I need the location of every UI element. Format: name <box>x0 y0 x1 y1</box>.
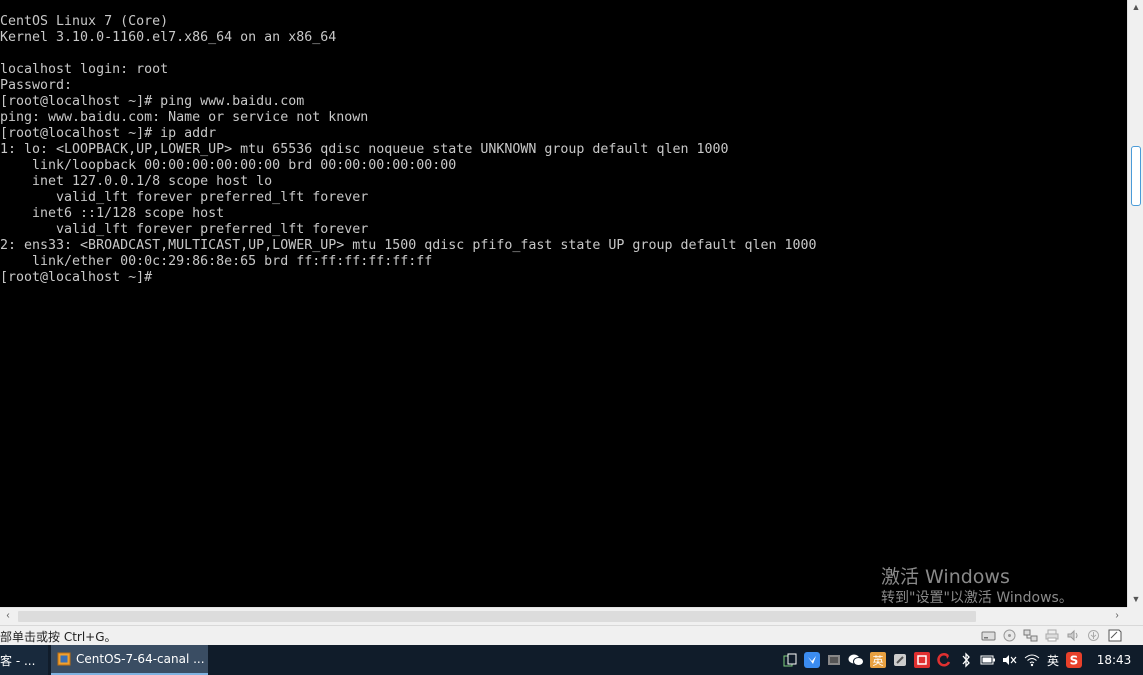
message-icon[interactable] <box>1106 628 1123 643</box>
usb-icon[interactable] <box>1085 628 1102 643</box>
printer-icon[interactable] <box>1043 628 1060 643</box>
scroll-up-arrow-icon[interactable]: ▲ <box>1131 2 1141 12</box>
cd-icon[interactable] <box>1001 628 1018 643</box>
wifi-icon[interactable] <box>1024 652 1040 668</box>
scroll-down-arrow-icon[interactable]: ▼ <box>1131 594 1141 604</box>
storage-icon[interactable] <box>892 652 908 668</box>
wechat-icon[interactable] <box>848 652 864 668</box>
vertical-scrollbar[interactable]: ▲ ▼ <box>1127 0 1143 607</box>
watermark-subtitle: 转到"设置"以激活 Windows。 <box>881 590 1073 606</box>
svg-text:英: 英 <box>872 654 883 668</box>
vm-status-bar: 部单击或按 Ctrl+G。 <box>0 625 1143 645</box>
terminal-line: [root@localhost ~]# ping www.baidu.com <box>0 94 305 109</box>
copy-icon[interactable] <box>782 652 798 668</box>
horizontal-scroll-thumb[interactable] <box>18 611 976 622</box>
terminal-line: [root@localhost ~]# ip addr <box>0 126 217 141</box>
network-icon[interactable] <box>1022 628 1039 643</box>
mute-volume-icon[interactable] <box>1002 652 1018 668</box>
sogou-s-icon[interactable]: S <box>1066 652 1082 668</box>
device-icons <box>980 628 1123 643</box>
terminal-line: valid_lft forever preferred_lft forever <box>0 190 369 205</box>
terminal-output: CentOS Linux 7 (Core) Kernel 3.10.0-1160.… <box>0 14 817 286</box>
scroll-right-arrow-icon[interactable]: › <box>1111 610 1123 622</box>
taskbar-clock[interactable]: 18:43 <box>1085 653 1143 667</box>
terminal-line: 1: lo: <LOOPBACK,UP,LOWER_UP> mtu 65536 … <box>0 142 729 157</box>
terminal-line: Kernel 3.10.0-1160.el7.x86_64 on an x86_… <box>0 30 337 45</box>
windows-taskbar: 客 - ... CentOS-7-64-canal ... 英 英 S 18:4… <box>0 645 1143 675</box>
vmware-tray-icon[interactable] <box>826 652 842 668</box>
terminal-line: link/ether 00:0c:29:86:8e:65 brd ff:ff:f… <box>0 254 433 269</box>
refresh-red-icon[interactable] <box>936 652 952 668</box>
vertical-scroll-thumb[interactable] <box>1131 146 1141 206</box>
sogou-ime-icon[interactable]: 英 <box>869 652 886 668</box>
bluetooth-icon[interactable] <box>958 652 974 668</box>
terminal-prompt[interactable]: [root@localhost ~]# <box>0 270 817 286</box>
vmware-icon <box>57 652 71 666</box>
terminal-line: localhost login: root <box>0 62 169 77</box>
terminal-line: link/loopback 00:00:00:00:00:00 brd 00:0… <box>0 158 457 173</box>
taskbar-item-vmware[interactable]: CentOS-7-64-canal ... <box>51 645 208 675</box>
vm-console[interactable]: CentOS Linux 7 (Core) Kernel 3.10.0-1160.… <box>0 0 1127 607</box>
windows-activation-watermark: 激活 Windows 转到"设置"以激活 Windows。 <box>881 566 1073 607</box>
terminal-line: inet6 ::1/128 scope host <box>0 206 225 221</box>
terminal-line: ping: www.baidu.com: Name or service not… <box>0 110 369 125</box>
svg-text:S: S <box>1070 654 1079 668</box>
scroll-left-arrow-icon[interactable]: ‹ <box>2 610 14 622</box>
feishu-icon[interactable] <box>803 652 820 668</box>
terminal-line: 2: ens33: <BROADCAST,MULTICAST,UP,LOWER_… <box>0 238 817 253</box>
battery-icon[interactable] <box>980 652 996 668</box>
taskbar-item-label: CentOS-7-64-canal ... <box>76 652 205 666</box>
capture-icon[interactable] <box>913 652 930 668</box>
watermark-title: 激活 Windows <box>881 566 1010 588</box>
system-tray: 英 英 S 18:43 <box>779 645 1143 675</box>
ime-language-indicator[interactable]: 英 <box>1047 652 1059 669</box>
terminal-line: Password: <box>0 78 73 93</box>
sound-icon[interactable] <box>1064 628 1081 643</box>
scrollbar-corner <box>1127 607 1143 625</box>
status-hint: 部单击或按 Ctrl+G。 <box>0 630 117 644</box>
terminal-line: valid_lft forever preferred_lft forever <box>0 222 369 237</box>
horizontal-scrollbar[interactable]: ‹ › <box>0 607 1127 625</box>
taskbar-item-label: 客 - ... <box>0 653 36 668</box>
terminal-line: inet 127.0.0.1/8 scope host lo <box>0 174 273 189</box>
taskbar-item[interactable]: 客 - ... <box>0 645 48 675</box>
hard-disk-icon[interactable] <box>980 628 997 643</box>
terminal-line: CentOS Linux 7 (Core) <box>0 14 169 29</box>
